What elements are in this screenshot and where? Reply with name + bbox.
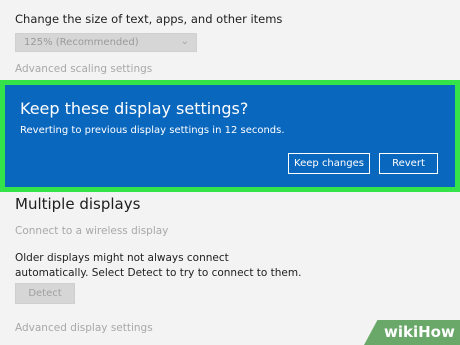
connect-wireless-link[interactable]: Connect to a wireless display	[15, 225, 168, 237]
keep-settings-dialog: Keep these display settings? Reverting t…	[5, 85, 455, 187]
display-settings-page: Change the size of text, apps, and other…	[0, 0, 460, 345]
revert-button[interactable]: Revert	[379, 153, 438, 174]
detect-button[interactable]: Detect	[15, 283, 75, 304]
scale-dropdown[interactable]: 125% (Recommended) ⌄	[15, 33, 197, 52]
advanced-display-link[interactable]: Advanced display settings	[15, 322, 153, 334]
older-displays-text: Older displays might not always connect …	[15, 252, 302, 279]
chevron-down-icon: ⌄	[180, 36, 189, 47]
scale-dropdown-value: 125% (Recommended)	[24, 37, 139, 48]
dialog-message: Reverting to previous display settings i…	[20, 125, 285, 136]
multiple-displays-heading: Multiple displays	[15, 195, 141, 213]
dialog-title: Keep these display settings?	[20, 99, 249, 118]
wikihow-watermark: wikiHow	[384, 323, 455, 341]
keep-changes-button[interactable]: Keep changes	[288, 153, 370, 174]
advanced-scaling-link[interactable]: Advanced scaling settings	[15, 63, 152, 75]
scale-label: Change the size of text, apps, and other…	[15, 12, 283, 26]
